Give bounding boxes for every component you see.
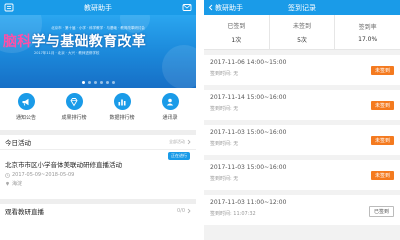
banner-headline-part2: 学与基础教育改革 [31, 34, 147, 50]
carousel-dot[interactable] [81, 81, 85, 84]
record-header: 教研助手 签到记录 [204, 0, 400, 15]
record-sign-time: 签到时间: 11:07:32 [210, 211, 256, 217]
live-header[interactable]: 观看教研直播 0/0 [0, 199, 196, 217]
back-label: 教研助手 [215, 3, 243, 12]
home-screen: 教研助手 北京市 · 第十届 · 小学 · 科学教学 · 与基础 · 教育改革研… [0, 0, 196, 240]
chevron-right-icon [187, 208, 191, 213]
carousel-dot[interactable] [93, 81, 97, 84]
nav-item-label: 通讯录 [162, 115, 178, 121]
nav-item-achievements[interactable]: 成果排行榜 [52, 93, 96, 130]
record-sign-time: 签到时间: 无 [210, 106, 239, 112]
banner-subline: 2017年11月 · 北京 · 大兴 · 教师进修学校 [34, 51, 100, 55]
activity-place: 海淀 [12, 181, 23, 187]
stat-label: 签到率 [358, 23, 377, 31]
record-sign-time: 签到时间: 无 [210, 71, 239, 77]
stat-signed: 已签到 1次 [204, 15, 270, 49]
nav-item-label: 数据排行榜 [109, 115, 135, 121]
record-time: 2017-11-03 11:00~12:00 [210, 199, 287, 206]
stat-value: 1次 [231, 36, 242, 44]
stat-rate: 签到率 17.0% [335, 15, 400, 49]
record-item[interactable]: 2017-11-03 15:00~16:00 签到时间: 无 未签到 [204, 125, 400, 155]
carousel-dot[interactable] [87, 81, 91, 84]
carousel-dots[interactable] [0, 81, 196, 84]
chevron-right-icon [187, 139, 191, 145]
nav-item-contacts[interactable]: 通讯录 [148, 93, 192, 130]
record-item[interactable]: 2017-11-06 14:00~15:00 签到时间: 无 未签到 [204, 55, 400, 85]
message-icon[interactable] [182, 3, 192, 12]
today-activity-header: 今日活动 全部活动 [0, 135, 196, 150]
section-title: 今日活动 [5, 139, 31, 147]
status-badge: 未签到 [370, 171, 394, 180]
activity-place-row: 海淀 [5, 180, 191, 187]
record-item[interactable]: 2017-11-03 15:00~16:00 签到时间: 无 未签到 [204, 160, 400, 190]
record-item[interactable]: 2017-11-03 11:00~12:00 签到时间: 11:07:32 已签… [204, 195, 400, 225]
record-time: 2017-11-14 15:00~16:00 [210, 94, 287, 101]
diamond-icon [65, 93, 83, 110]
section-title: 观看教研直播 [5, 207, 44, 216]
banner-headline: 脑科学与基础教育改革 [3, 31, 146, 51]
banner-carousel[interactable]: 北京市 · 第十届 · 小学 · 科学教学 · 与基础 · 教育改革研讨会 脑科… [0, 15, 196, 88]
live-count-row: 0/0 [177, 208, 191, 214]
carousel-dot[interactable] [99, 81, 103, 84]
page-title: 教研助手 [84, 3, 112, 12]
live-count: 0/0 [176, 207, 185, 214]
chevron-left-icon [208, 4, 213, 11]
all-activities-link[interactable]: 全部活动 [169, 139, 191, 145]
more-label: 全部活动 [169, 139, 185, 144]
stat-value: 17.0% [358, 35, 378, 43]
contacts-icon [161, 93, 179, 110]
banner-headline-part1: 脑科 [3, 34, 32, 50]
sign-in-stats: 已签到 1次 未签到 5次 签到率 17.0% [204, 15, 400, 50]
nav-item-label: 成果排行榜 [61, 115, 87, 121]
record-sign-time: 签到时间: 无 [210, 141, 239, 147]
carousel-dot[interactable] [105, 81, 109, 84]
status-badge: 已签到 [368, 206, 394, 217]
status-badge: 未签到 [370, 101, 394, 110]
activity-name: 北京市市区小学音体美联动研修直播活动 [5, 161, 122, 169]
record-item[interactable]: 2017-11-14 15:00~16:00 签到时间: 无 未签到 [204, 90, 400, 120]
nav-item-data-rank[interactable]: 数据排行榜 [100, 93, 144, 130]
status-badge: 正在进行 [168, 152, 190, 160]
chart-icon [113, 93, 131, 110]
quick-nav: 通知公告 成果排行榜 数据排行榜 通讯录 [0, 88, 196, 130]
status-badge: 未签到 [370, 66, 394, 75]
record-time: 2017-11-03 15:00~16:00 [210, 164, 287, 171]
activity-card[interactable]: 正在进行 北京市市区小学音体美联动研修直播活动 2017-05-09~2018-… [0, 150, 196, 199]
stat-value: 5次 [297, 36, 307, 44]
stat-label: 已签到 [227, 22, 246, 30]
back-button[interactable]: 教研助手 [208, 3, 243, 13]
status-badge: 未签到 [370, 136, 394, 145]
carousel-dot[interactable] [111, 81, 115, 84]
location-pin-icon [6, 181, 9, 186]
sign-in-record-screen: 教研助手 签到记录 已签到 1次 未签到 5次 签到率 17.0% 2017-1… [204, 0, 400, 240]
megaphone-icon [17, 93, 35, 110]
activity-date: 2017-05-09~2018-05-09 [12, 172, 75, 178]
record-time: 2017-11-06 14:00~15:00 [210, 59, 287, 66]
nav-item-notices[interactable]: 通知公告 [4, 93, 48, 130]
stat-label: 未签到 [293, 22, 312, 30]
home-header: 教研助手 [0, 0, 196, 15]
activity-date-row: 2017-05-09~2018-05-09 [5, 172, 191, 178]
stat-unsigned: 未签到 5次 [270, 15, 336, 49]
nav-item-label: 通知公告 [15, 115, 36, 121]
record-sign-time: 签到时间: 无 [210, 176, 239, 182]
record-time: 2017-11-03 15:00~16:00 [210, 129, 287, 136]
record-list: 2017-11-06 14:00~15:00 签到时间: 无 未签到 2017-… [204, 50, 400, 225]
clock-icon [5, 172, 10, 178]
menu-icon[interactable] [4, 3, 14, 12]
